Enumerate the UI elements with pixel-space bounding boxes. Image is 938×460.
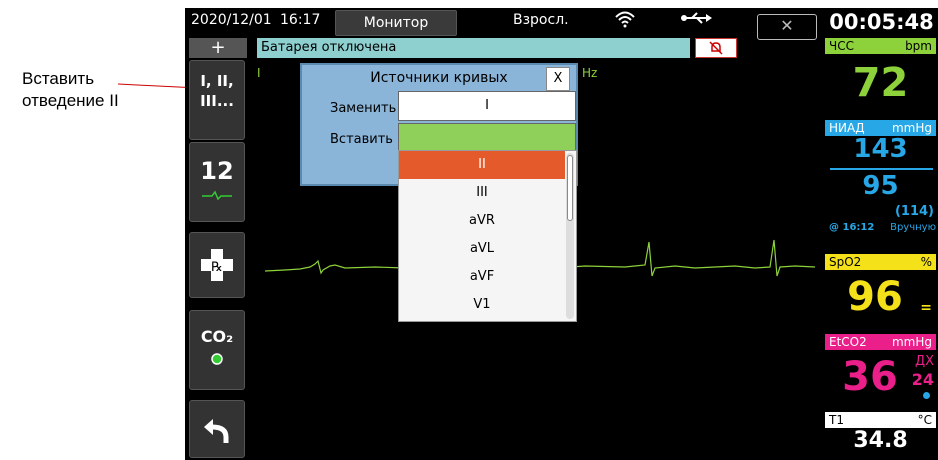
nibp-systolic[interactable]: 143	[825, 134, 936, 164]
vitals-panel: ЧСС bpm 72 НИАД mmHg 143 95 (114) @ 16:1…	[825, 36, 938, 460]
scrollbar-thumb[interactable]	[567, 155, 573, 221]
hr-unit: bpm	[905, 39, 932, 53]
insert-dropdown-list: II III aVR aVL aVF V1	[398, 150, 577, 322]
waveform-lead-label: I	[257, 66, 261, 80]
spo2-label-bar: SpO2 %	[825, 254, 936, 270]
etco2-label-bar: EtCO2 mmHg	[825, 334, 936, 350]
status-message: Батарея отключена	[257, 38, 690, 58]
option-v1[interactable]: V1	[399, 291, 565, 319]
left-toolbar: + I, II, III... 12 ℞ CO₂	[185, 38, 247, 460]
insert-field[interactable]	[398, 123, 576, 153]
annotation-line-1: Вставить	[22, 69, 95, 88]
filter-label: Hz	[582, 66, 598, 80]
temp-value[interactable]: 34.8	[825, 428, 936, 453]
ecg12-button[interactable]: 12	[189, 142, 245, 222]
usb-icon	[680, 10, 712, 30]
hr-value[interactable]: 72	[825, 60, 936, 106]
co2-label: CO₂	[200, 327, 234, 346]
nibp-diastolic[interactable]: 95	[825, 171, 936, 201]
co2-button[interactable]: CO₂	[189, 310, 245, 390]
leads-button[interactable]: I, II, III...	[189, 60, 245, 140]
back-arrow-icon	[204, 419, 229, 443]
battery-missing-icon: ✕	[757, 14, 817, 40]
annotation-line-2: отведение II	[22, 91, 119, 110]
alarm-off-icon[interactable]	[695, 38, 737, 58]
breath-dot-icon	[923, 392, 930, 399]
dropdown-scrollbar[interactable]	[566, 153, 574, 319]
hr-label: ЧСС	[829, 39, 854, 53]
etco2-value[interactable]: 36	[825, 354, 915, 400]
wifi-icon	[613, 8, 637, 34]
option-avl[interactable]: aVL	[399, 235, 565, 263]
spo2-label: SpO2	[829, 255, 862, 269]
mode-button[interactable]: Монитор	[335, 10, 457, 36]
nibp-mode: Вручную	[890, 222, 936, 233]
nibp-divider	[830, 168, 933, 170]
monitor-screen: 2020/12/01 16:17 Монитор Взросл. ✕ 00:05…	[185, 8, 938, 460]
co2-status-dot-icon	[211, 353, 223, 365]
nibp-map: (114)	[894, 204, 934, 219]
etco2-label: EtCO2	[829, 335, 867, 349]
rr-label: ДХ	[914, 354, 934, 369]
spo2-unit: %	[920, 255, 932, 269]
top-bar: 2020/12/01 16:17 Монитор Взросл. ✕	[185, 8, 825, 40]
hr-label-bar: ЧСС bpm	[825, 38, 936, 54]
rr-value[interactable]: 24	[912, 370, 934, 389]
back-button[interactable]	[189, 400, 245, 458]
option-ii[interactable]: II	[399, 151, 565, 179]
option-avr[interactable]: aVR	[399, 207, 565, 235]
insert-label: Вставить	[330, 132, 393, 147]
temp-label: T1	[829, 413, 844, 427]
patient-type[interactable]: Взросл.	[513, 12, 569, 28]
add-button[interactable]: +	[189, 38, 247, 58]
spo2-value[interactable]: 96	[825, 274, 925, 320]
close-button[interactable]: X	[546, 67, 570, 91]
dialog-title: Источники кривых	[370, 70, 508, 86]
replace-label: Заменить	[330, 101, 397, 116]
annotation-callout: Вставить отведение II	[22, 68, 119, 112]
etco2-unit: mmHg	[891, 335, 932, 349]
ecg12-label: 12	[200, 157, 234, 185]
ecg-wave-icon	[202, 190, 232, 201]
nibp-time: @ 16:12	[829, 222, 875, 233]
clock-time: 16:17	[280, 12, 321, 28]
drug-button[interactable]: ℞	[189, 232, 245, 298]
option-avf[interactable]: aVF	[399, 263, 565, 291]
svg-text:℞: ℞	[211, 260, 223, 275]
elapsed-timer: 00:05:48	[829, 10, 934, 34]
rx-cross-icon: ℞	[201, 249, 233, 281]
replace-field[interactable]: I	[398, 91, 576, 121]
spo2-indicator: =	[920, 300, 932, 316]
option-iii[interactable]: III	[399, 179, 565, 207]
temp-unit: °C	[917, 413, 932, 427]
date: 2020/12/01	[191, 12, 272, 28]
temp-label-bar: T1 °C	[825, 412, 936, 428]
